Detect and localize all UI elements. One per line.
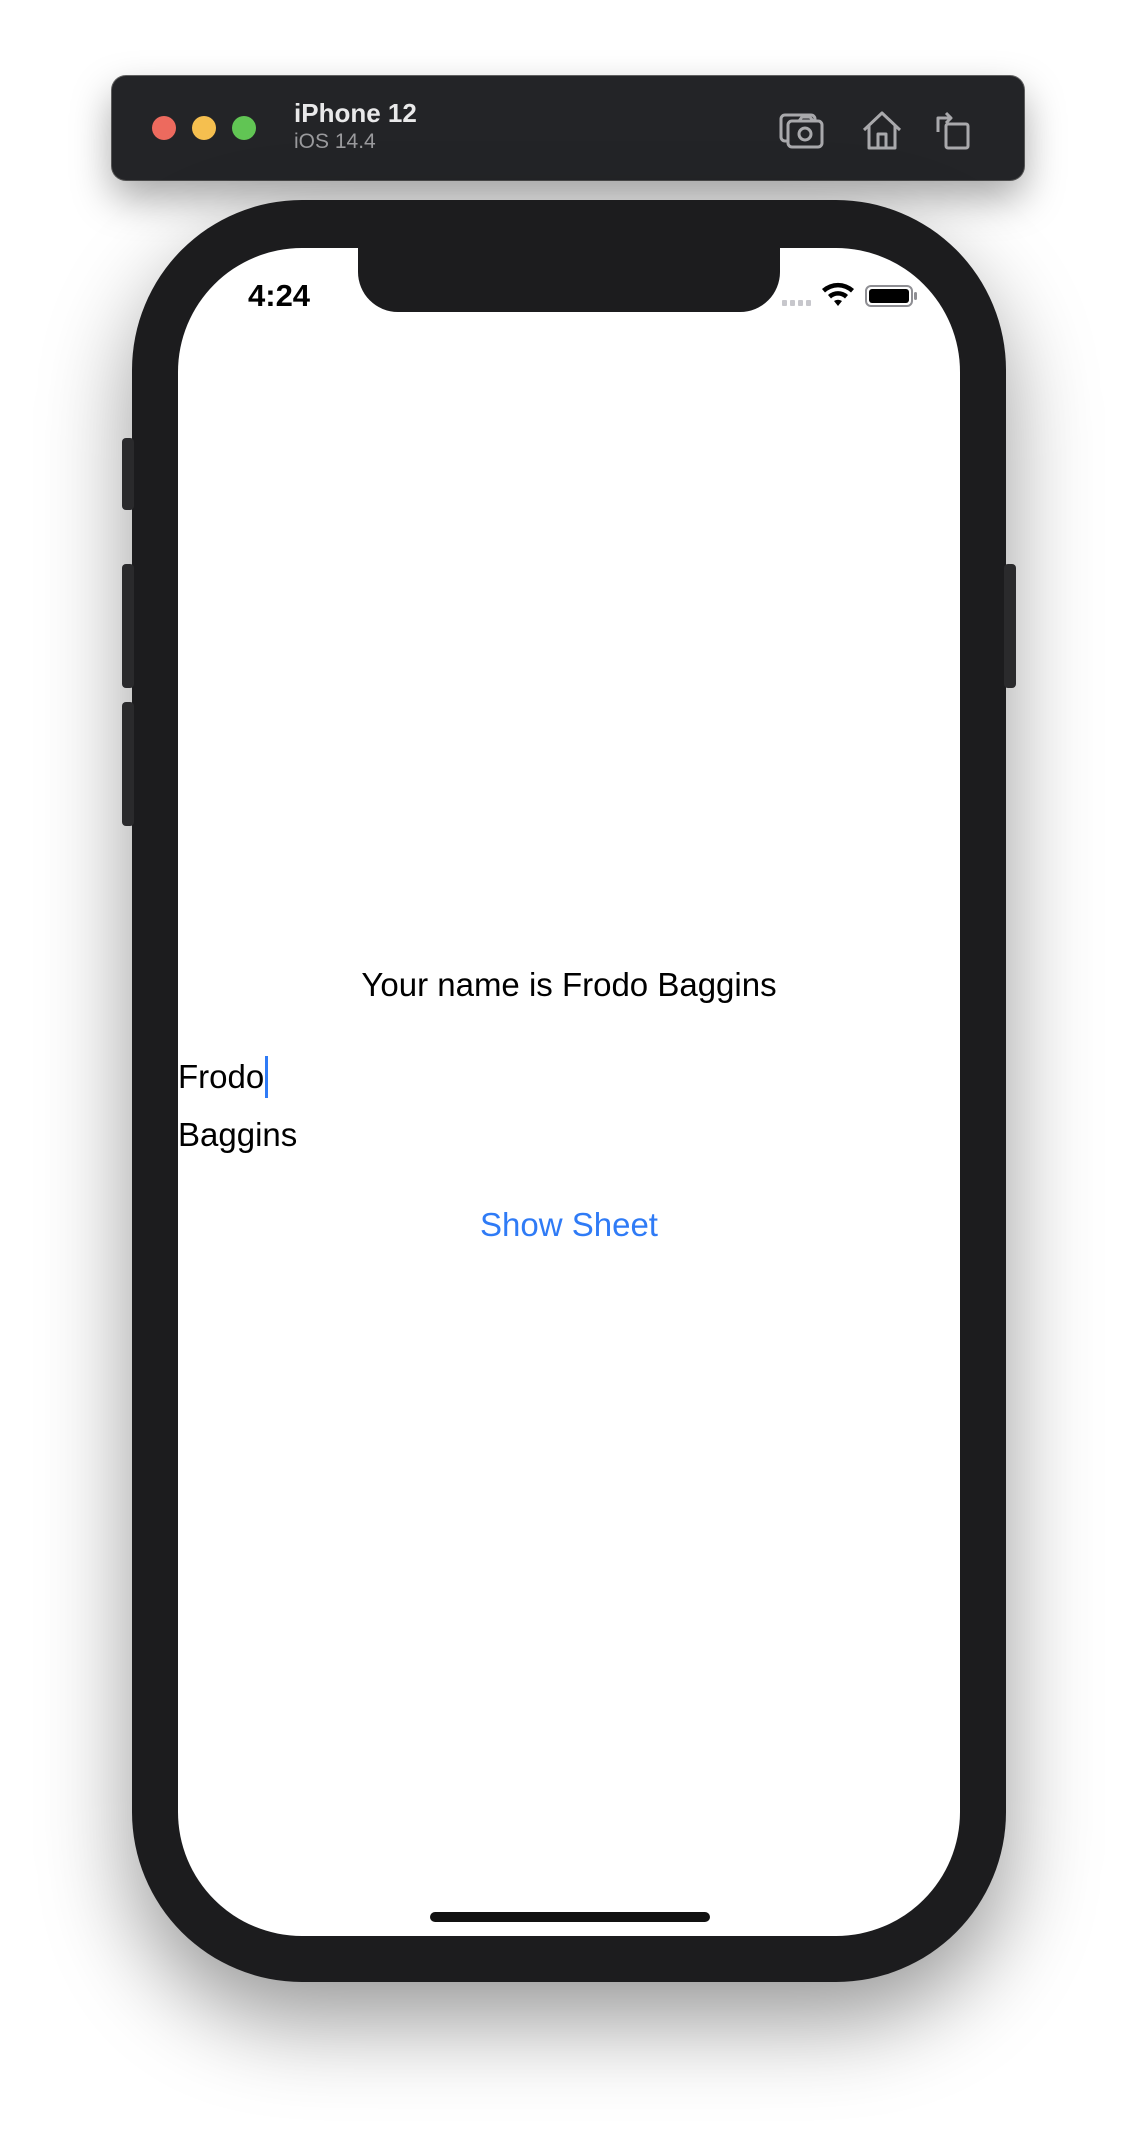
notch (358, 248, 780, 312)
zoom-window-button[interactable] (232, 116, 256, 140)
volume-down-button (122, 702, 134, 826)
device-name: iPhone 12 (294, 98, 417, 128)
simulator-title-bar: iPhone 12 iOS 14.4 (112, 76, 1024, 180)
screenshot-icon[interactable] (778, 106, 826, 154)
device-screen: 4:24 Your name is Frodo Baggins Frodo Ba… (178, 248, 960, 1936)
status-icons (782, 282, 922, 310)
close-window-button[interactable] (152, 116, 176, 140)
minimize-window-button[interactable] (192, 116, 216, 140)
power-button (1004, 564, 1016, 688)
show-sheet-button[interactable]: Show Sheet (178, 1206, 960, 1244)
volume-up-button (122, 564, 134, 688)
os-version: iOS 14.4 (294, 130, 376, 153)
silent-switch (122, 438, 134, 510)
home-icon[interactable] (858, 106, 906, 154)
home-indicator[interactable] (430, 1912, 710, 1922)
first-name-value: Frodo (178, 1058, 265, 1095)
text-cursor (265, 1056, 269, 1098)
last-name-field[interactable]: Baggins (178, 1116, 297, 1154)
status-time: 4:24 (248, 278, 311, 313)
rotate-icon[interactable] (930, 106, 978, 154)
cellular-signal-icon (782, 300, 811, 306)
name-summary-label: Your name is Frodo Baggins (361, 966, 777, 1003)
battery-icon (865, 285, 917, 307)
iphone-frame: 4:24 Your name is Frodo Baggins Frodo Ba… (122, 200, 1016, 1982)
wifi-icon (822, 282, 854, 306)
first-name-field[interactable]: Frodo (178, 1056, 269, 1098)
